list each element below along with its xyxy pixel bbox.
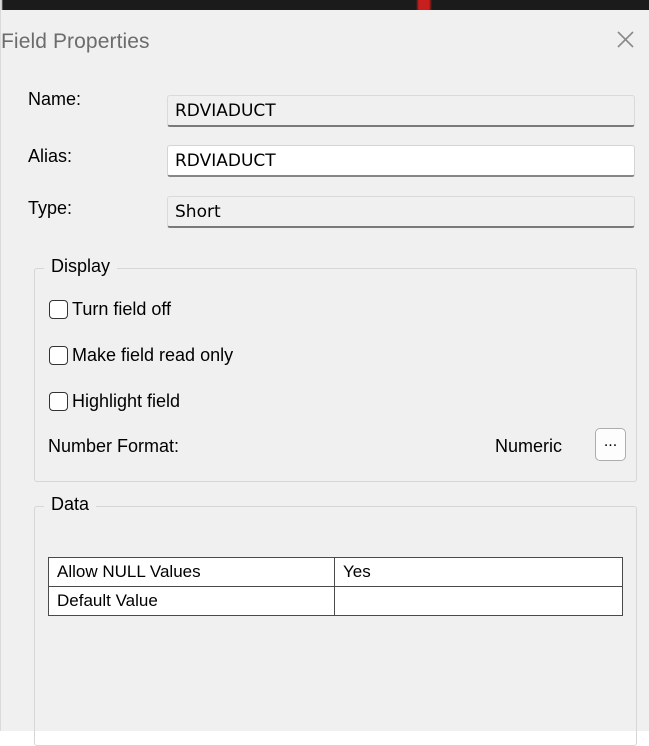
title-bar: Field Properties: [1, 10, 649, 68]
property-cell: Default Value: [48, 586, 335, 616]
read-only-checkbox[interactable]: Make field read only: [49, 343, 233, 367]
property-cell: Allow NULL Values: [48, 557, 335, 587]
checkbox-unchecked-icon: [49, 299, 68, 319]
table-row[interactable]: Default Value: [48, 586, 623, 616]
highlight-field-checkbox[interactable]: Highlight field: [49, 389, 180, 413]
turn-field-off-checkbox[interactable]: Turn field off: [49, 297, 171, 321]
data-group: [34, 506, 637, 746]
close-icon: [617, 31, 634, 48]
display-group-title: Display: [44, 256, 118, 277]
checkbox-unchecked-icon: [49, 391, 68, 411]
turn-field-off-label: Turn field off: [72, 298, 172, 319]
name-label: Name:: [28, 89, 82, 109]
read-only-label: Make field read only: [72, 344, 234, 365]
value-cell[interactable]: [334, 586, 623, 616]
highlight-field-label: Highlight field: [72, 390, 181, 411]
close-button[interactable]: [610, 24, 640, 54]
checkbox-unchecked-icon: [49, 345, 68, 365]
field-properties-dialog: Field Properties Name: RDVIADUCT Alias: …: [0, 0, 649, 746]
background-window-edge: [1, 0, 649, 10]
alias-label: Alias:: [28, 146, 73, 166]
value-cell[interactable]: Yes: [334, 557, 623, 587]
type-label: Type:: [28, 198, 73, 218]
data-properties-table: Allow NULL Values Yes Default Value: [48, 557, 623, 616]
type-field[interactable]: Short: [167, 196, 635, 228]
dialog-title: Field Properties: [1, 30, 150, 53]
alias-field[interactable]: RDVIADUCT: [167, 145, 635, 177]
number-format-label: Number Format:: [48, 436, 180, 456]
number-format-value: Numeric: [495, 436, 563, 456]
number-format-button[interactable]: ...: [595, 428, 626, 461]
name-field[interactable]: RDVIADUCT: [167, 95, 635, 127]
data-group-title: Data: [44, 494, 97, 515]
table-row[interactable]: Allow NULL Values Yes: [48, 557, 623, 587]
